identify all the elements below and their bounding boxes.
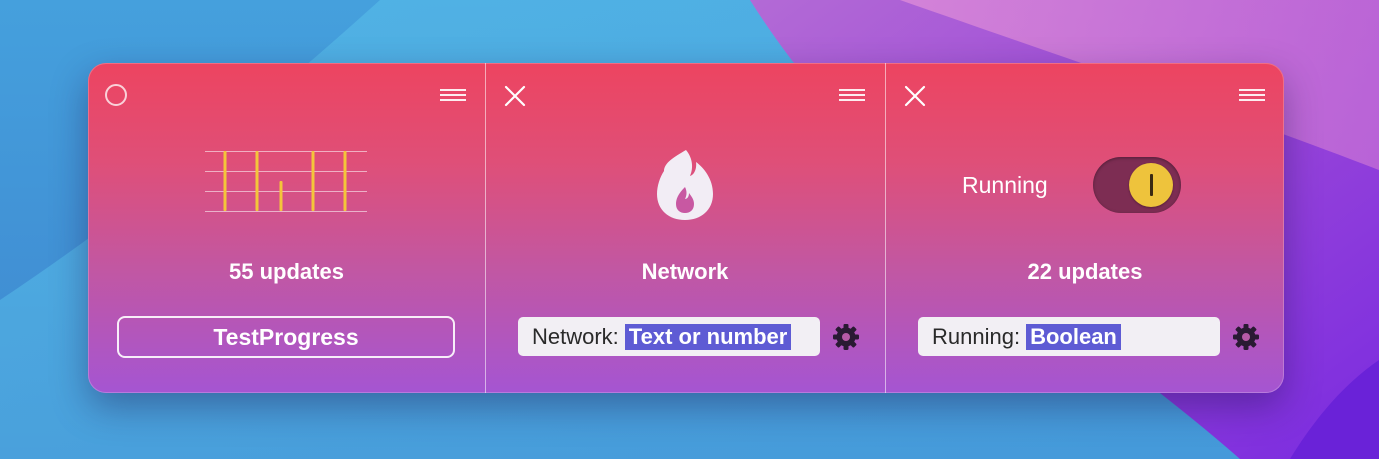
hamburger-menu-icon[interactable] [440, 88, 466, 104]
network-title: Network [641, 259, 729, 284]
flame-icon [657, 150, 713, 220]
network-field-value[interactable]: Text or number [624, 323, 792, 350]
circle-close-button[interactable] [105, 84, 127, 106]
chart-panel: 55 updates TestProgress [88, 63, 485, 393]
running-field-label: Running: [932, 323, 1021, 349]
updates-count-label: 55 updates [229, 259, 344, 284]
widget-window: 55 updates TestProgress Network Network:… [88, 63, 1284, 393]
gear-icon[interactable] [832, 323, 860, 351]
network-field[interactable]: Network: Text or number [518, 317, 820, 356]
hamburger-menu-icon[interactable] [839, 88, 865, 104]
testprogress-button[interactable]: TestProgress [117, 316, 455, 358]
chart-bar [255, 151, 259, 211]
chart-bar [311, 151, 315, 211]
toggle-knob [1129, 163, 1173, 207]
network-field-label: Network: [532, 323, 619, 349]
chart-bar [343, 151, 347, 211]
hamburger-menu-icon[interactable] [1239, 88, 1265, 104]
running-field[interactable]: Running: Boolean [918, 317, 1220, 356]
running-panel: Running 22 updates Running: Boolean [886, 63, 1284, 393]
running-field-value[interactable]: Boolean [1026, 323, 1121, 350]
running-toggle[interactable] [1093, 157, 1181, 213]
running-label: Running [962, 172, 1048, 198]
close-icon[interactable] [904, 85, 926, 107]
chart-bar [279, 181, 283, 211]
update-bar-chart [205, 151, 367, 212]
gear-icon[interactable] [1232, 323, 1260, 351]
close-icon[interactable] [504, 85, 526, 107]
updates-count-label: 22 updates [1027, 259, 1143, 284]
chart-bar [223, 151, 227, 211]
network-panel: Network Network: Text or number [486, 63, 884, 393]
